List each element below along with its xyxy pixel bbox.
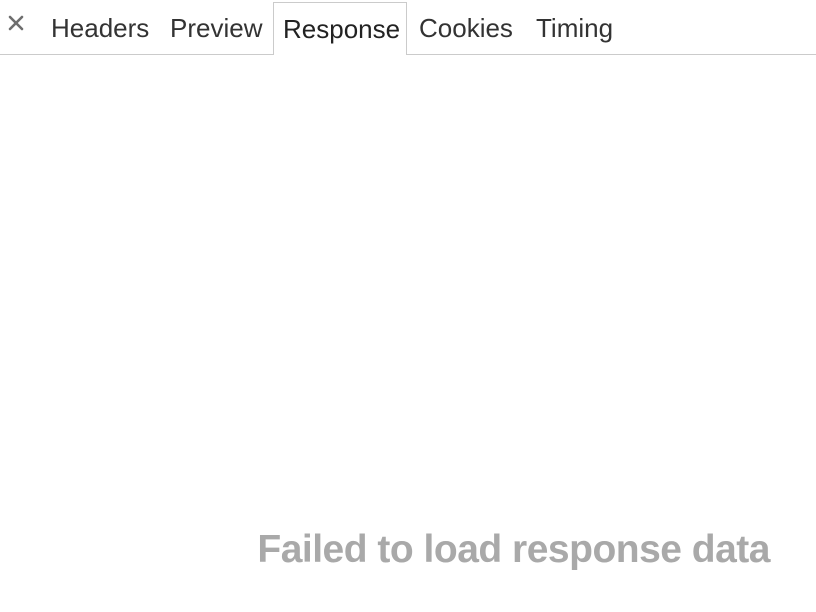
close-button[interactable] xyxy=(5,12,27,34)
detail-tab-bar: Headers Preview Response Cookies Timing xyxy=(0,0,816,56)
tab-cookies[interactable]: Cookies xyxy=(419,0,513,55)
tab-headers[interactable]: Headers xyxy=(51,0,149,55)
network-request-detail-panel: Headers Preview Response Cookies Timing … xyxy=(0,0,816,612)
tab-preview[interactable]: Preview xyxy=(170,0,262,55)
tab-response[interactable]: Response xyxy=(273,2,407,56)
close-icon xyxy=(8,15,24,31)
tab-timing[interactable]: Timing xyxy=(536,0,613,55)
response-content-area: Failed to load response data xyxy=(0,55,816,612)
empty-state-message: Failed to load response data xyxy=(257,528,770,571)
